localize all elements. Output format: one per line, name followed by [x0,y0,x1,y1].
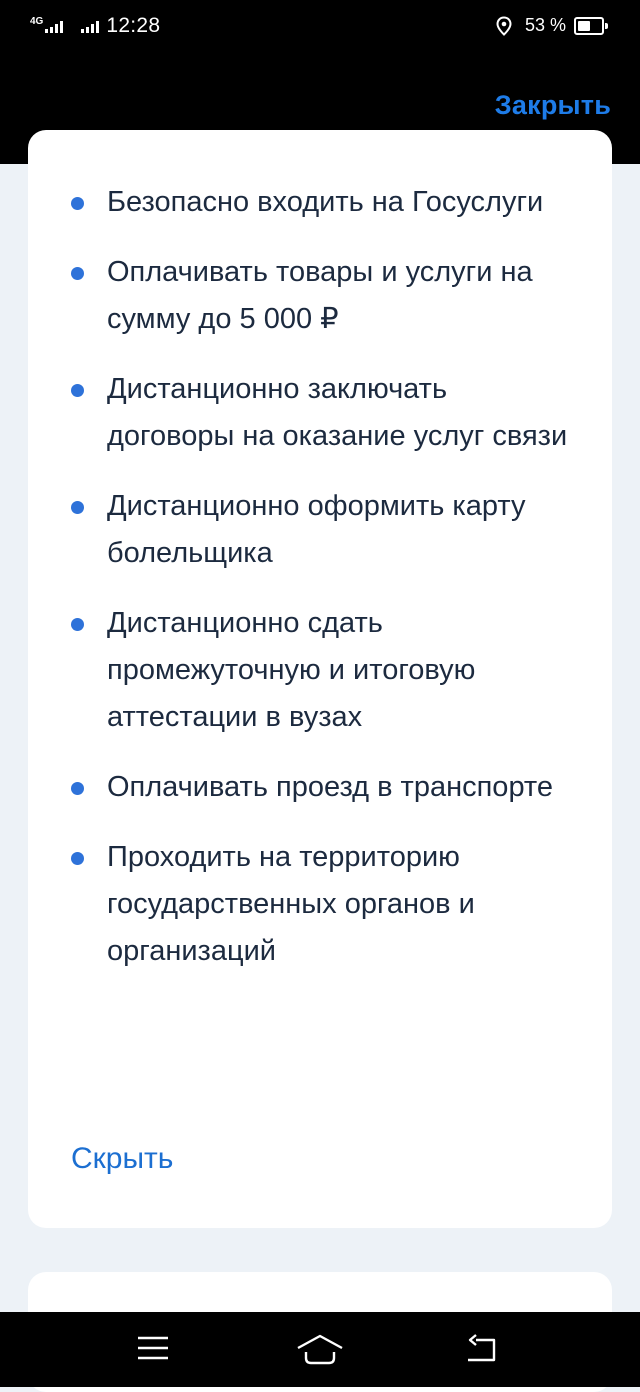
signal-icon [45,20,64,33]
status-bar-left: 4G 12:28 [30,14,160,38]
benefits-list: Безопасно входить на Госуслуги Оплачивать… [28,179,612,998]
benefit-item: Дистанционно заключать договоры на оказа… [28,366,612,460]
benefit-text: Дистанционно заключать договоры на оказа… [107,373,568,452]
benefit-item: Безопасно входить на Госуслуги [28,179,612,226]
benefit-text: Оплачивать товары и услуги на сумму до 5… [107,256,533,335]
benefit-item: Дистанционно оформить карту болельщика [28,483,612,577]
bullet-icon [71,501,84,514]
bullet-icon [71,197,84,210]
benefit-item: Оплачивать проезд в транспорте [28,764,612,811]
menu-icon[interactable] [136,1334,186,1368]
benefit-item: Дистанционно сдать промежуточную и итого… [28,600,612,741]
close-button[interactable]: Закрыть [495,90,611,121]
navigation-bar [0,1312,640,1387]
battery-icon [574,16,608,35]
status-time: 12:28 [106,14,161,37]
bullet-icon [71,267,84,280]
battery-percent: 53 % [524,15,566,35]
home-icon[interactable] [296,1334,346,1368]
location-icon [495,15,513,36]
battery-fill [578,20,590,31]
status-bar-right: 53 % [495,15,608,36]
bullet-icon [71,852,84,865]
signal-icon [81,20,100,33]
benefit-item: Оплачивать товары и услуги на сумму до 5… [28,249,612,343]
status-bar: 4G 12:28 53 % [0,0,640,52]
benefit-item: Проходить на территорию государственных … [28,834,612,975]
benefit-text: Безопасно входить на Госуслуги [107,186,544,218]
hide-button[interactable]: Скрыть [71,1139,173,1179]
benefit-text: Оплачивать проезд в транспорте [107,771,554,803]
benefits-card: Безопасно входить на Госуслуги Оплачивать… [28,130,612,1228]
bullet-icon [71,782,84,795]
benefit-text: Дистанционно сдать промежуточную и итого… [107,607,476,733]
network-type: 4G [30,16,44,27]
benefit-text: Дистанционно оформить карту болельщика [107,490,526,569]
benefit-text: Проходить на территорию государственных … [107,841,475,967]
bullet-icon [71,384,84,397]
bullet-icon [71,618,84,631]
back-icon[interactable] [464,1334,514,1368]
